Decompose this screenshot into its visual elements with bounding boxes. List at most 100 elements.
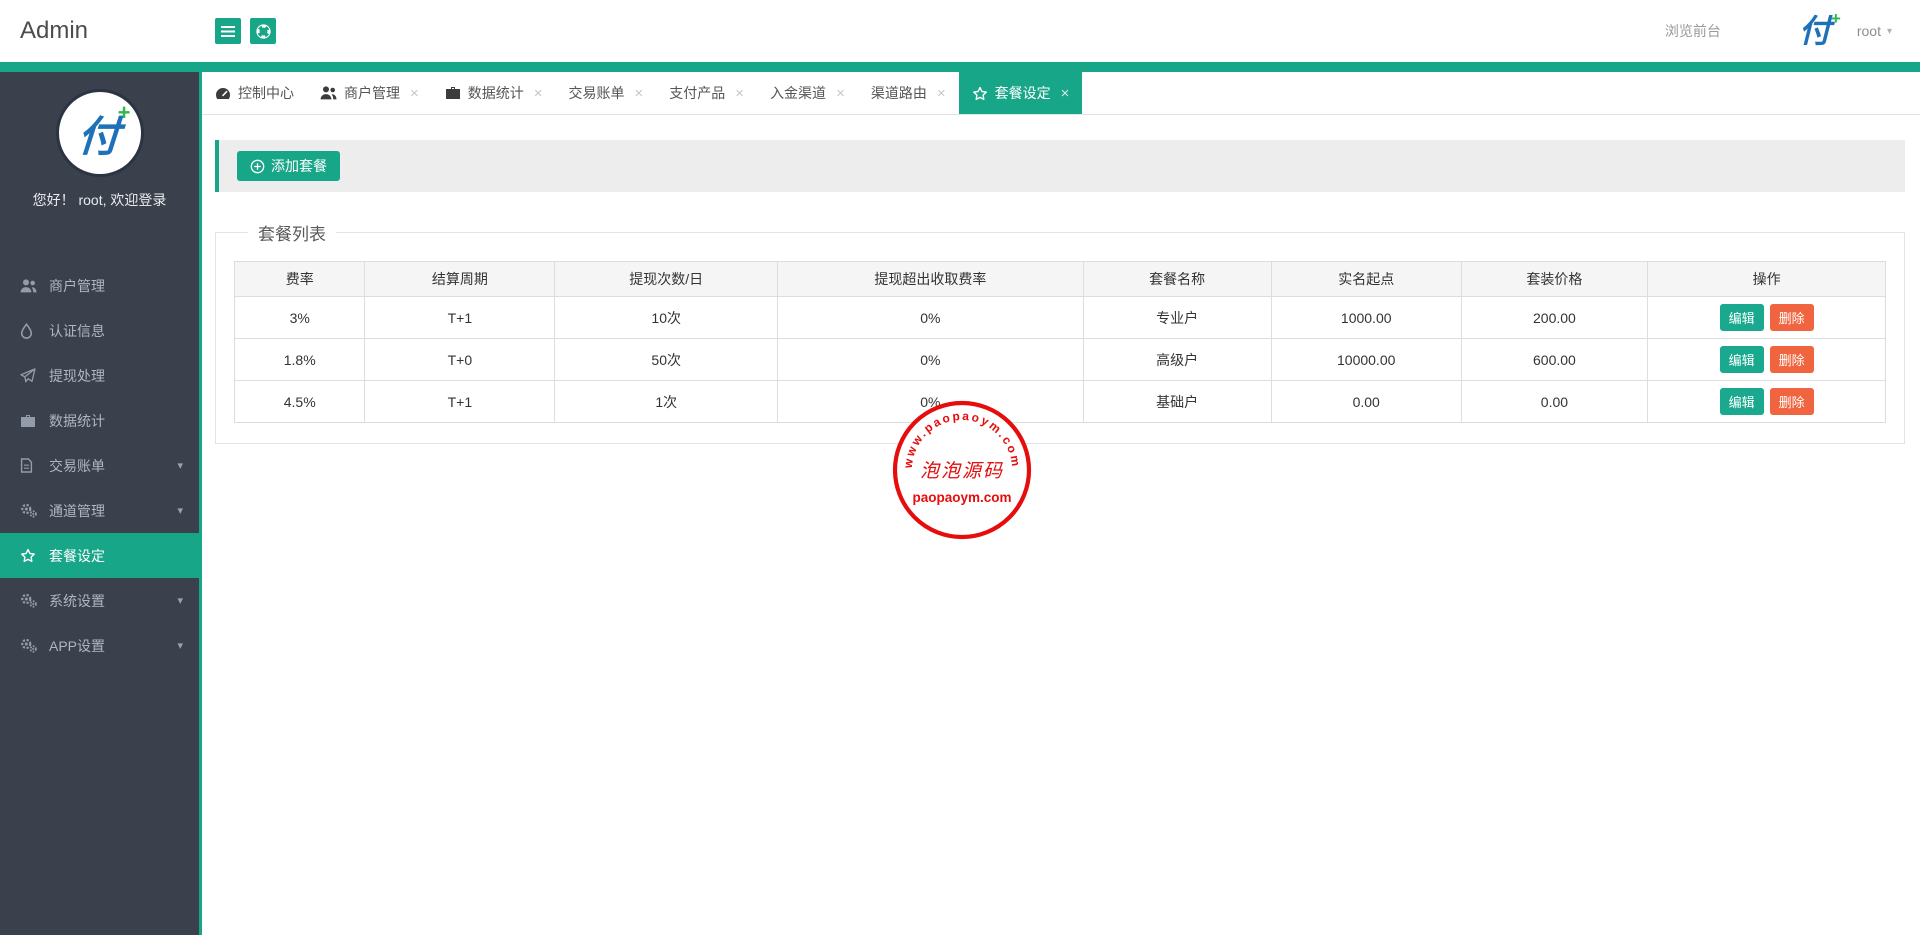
cell-excess-rate: 0% xyxy=(777,296,1084,339)
tab-bar: 控制中心 商户管理 × 数据统计 × 交易账单 × 支付产品 × 入金渠道 × … xyxy=(202,72,1920,115)
panel-title: 套餐列表 xyxy=(258,225,326,244)
tab-package-settings[interactable]: 套餐设定 × xyxy=(958,72,1083,114)
add-package-label: 添加套餐 xyxy=(271,158,327,174)
tab-label: 渠道路由 xyxy=(870,85,927,101)
tab-label: 交易账单 xyxy=(568,85,625,101)
sidebar-item-transaction-bills[interactable]: 交易账单 ▾ xyxy=(0,443,199,488)
life-ring-icon xyxy=(255,23,271,39)
sidebar-logo: 付 + xyxy=(58,92,141,174)
accent-strip xyxy=(0,62,1920,72)
sidebar-item-withdraw-processing[interactable]: 提现处理 xyxy=(0,353,199,398)
table-header-row: 费率 结算周期 提现次数/日 提现超出收取费率 套餐名称 实名起点 套装价格 操… xyxy=(233,261,1886,297)
tab-deposit-channels[interactable]: 入金渠道 × xyxy=(757,72,858,114)
col-header-settle-cycle: 结算周期 xyxy=(364,261,556,297)
edit-button[interactable]: 编辑 xyxy=(1719,346,1764,373)
refresh-button[interactable] xyxy=(250,18,276,44)
tint-icon xyxy=(20,322,40,339)
table-row: 1.8% T+0 50次 0% 高级户 10000.00 600.00 编辑 删除 xyxy=(233,338,1886,381)
chevron-down-icon: ▾ xyxy=(1886,25,1892,37)
close-icon[interactable]: × xyxy=(1061,86,1070,101)
workspace: 添加套餐 套餐列表 费率 结算周期 提现次数/日 提现超出收取费率 套餐名称 实… xyxy=(202,115,1920,935)
sidebar-item-label: 认证信息 xyxy=(49,322,105,339)
sidebar-item-auth-info[interactable]: 认证信息 xyxy=(0,308,199,353)
close-icon[interactable]: × xyxy=(836,86,845,101)
cell-package-name: 专业户 xyxy=(1082,296,1272,339)
app-brand: Admin xyxy=(20,17,89,44)
package-table: 费率 结算周期 提现次数/日 提现超出收取费率 套餐名称 实名起点 套装价格 操… xyxy=(233,261,1886,423)
browse-front-link[interactable]: 浏览前台 xyxy=(1665,21,1721,41)
cogs-icon xyxy=(20,593,40,608)
col-header-package-name: 套餐名称 xyxy=(1082,261,1272,297)
col-header-package-price: 套装价格 xyxy=(1460,261,1649,297)
cell-realname-start: 10000.00 xyxy=(1270,338,1462,381)
username: root xyxy=(1856,23,1881,39)
dashboard-icon xyxy=(215,87,231,100)
tab-transaction-bills[interactable]: 交易账单 × xyxy=(556,72,657,114)
col-header-rate: 费率 xyxy=(233,261,366,297)
tab-label: 数据统计 xyxy=(467,85,524,101)
cogs-icon xyxy=(20,503,40,518)
sidebar-item-data-statistics[interactable]: 数据统计 xyxy=(0,398,199,443)
cell-rate: 3% xyxy=(233,296,366,339)
cell-withdraw-times: 1次 xyxy=(554,380,779,423)
cell-withdraw-times: 50次 xyxy=(554,338,779,381)
sidebar-toggle-button[interactable] xyxy=(215,18,241,44)
edit-button[interactable]: 编辑 xyxy=(1719,388,1764,415)
briefcase-icon xyxy=(20,414,40,428)
close-icon[interactable]: × xyxy=(937,86,946,101)
cell-settle-cycle: T+1 xyxy=(364,296,556,339)
cell-package-name: 高级户 xyxy=(1082,338,1272,381)
col-header-withdraw-times: 提现次数/日 xyxy=(554,261,779,297)
cell-realname-start: 1000.00 xyxy=(1270,296,1462,339)
top-header: Admin 浏览前台 付 + root ▾ xyxy=(0,0,1920,62)
cell-excess-rate: 0% xyxy=(777,338,1084,381)
sidebar-menu: 商户管理 认证信息 提现处理 数据统计 交易账单 ▾ 通道管理 ▾ 套餐设定 系… xyxy=(0,263,199,668)
logo-plus-glyph: + xyxy=(117,100,131,125)
tab-data-statistics[interactable]: 数据统计 × xyxy=(432,72,556,114)
col-header-realname-start: 实名起点 xyxy=(1270,261,1462,297)
cell-package-price: 200.00 xyxy=(1460,296,1649,339)
sidebar-item-label: 套餐设定 xyxy=(49,547,105,564)
sidebar: 付 + 您好！ root, 欢迎登录 商户管理 认证信息 提现处理 数据统计 交… xyxy=(0,72,202,935)
plus-circle-icon xyxy=(250,159,265,174)
close-icon[interactable]: × xyxy=(735,86,744,101)
tab-label: 支付产品 xyxy=(669,85,726,101)
tab-control-center[interactable]: 控制中心 xyxy=(202,72,307,114)
sidebar-item-package-settings[interactable]: 套餐设定 xyxy=(0,533,199,578)
toolbar-panel: 添加套餐 xyxy=(215,140,1905,192)
sidebar-item-app-settings[interactable]: APP设置 ▾ xyxy=(0,623,199,668)
tab-merchant-management[interactable]: 商户管理 × xyxy=(307,72,432,114)
close-icon[interactable]: × xyxy=(635,86,644,101)
table-row: 4.5% T+1 1次 0% 基础户 0.00 0.00 编辑 删除 xyxy=(233,380,1886,423)
logo-fu-glyph: 付 xyxy=(1798,13,1831,49)
cell-actions: 编辑 删除 xyxy=(1647,296,1886,339)
delete-button[interactable]: 删除 xyxy=(1769,304,1814,331)
chevron-down-icon: ▾ xyxy=(177,460,183,472)
sidebar-item-label: 交易账单 xyxy=(49,457,105,474)
tab-channel-routing[interactable]: 渠道路由 × xyxy=(858,72,959,114)
star-icon xyxy=(972,86,988,101)
users-icon xyxy=(20,278,40,293)
add-package-button[interactable]: 添加套餐 xyxy=(237,151,340,181)
send-icon xyxy=(20,368,40,383)
cogs-icon xyxy=(20,638,40,653)
package-list-panel: 套餐列表 费率 结算周期 提现次数/日 提现超出收取费率 套餐名称 实名起点 套… xyxy=(215,220,1905,444)
sidebar-item-system-settings[interactable]: 系统设置 ▾ xyxy=(0,578,199,623)
sidebar-item-channel-management[interactable]: 通道管理 ▾ xyxy=(0,488,199,533)
tab-payment-products[interactable]: 支付产品 × xyxy=(656,72,757,114)
cell-realname-start: 0.00 xyxy=(1270,380,1462,423)
sidebar-item-merchant-management[interactable]: 商户管理 xyxy=(0,263,199,308)
cell-package-name: 基础户 xyxy=(1082,380,1272,423)
delete-button[interactable]: 删除 xyxy=(1769,346,1814,373)
edit-button[interactable]: 编辑 xyxy=(1719,304,1764,331)
sidebar-item-label: 商户管理 xyxy=(49,277,105,294)
close-icon[interactable]: × xyxy=(410,86,419,101)
delete-button[interactable]: 删除 xyxy=(1769,388,1814,415)
tab-label: 套餐设定 xyxy=(994,85,1051,101)
tab-label: 商户管理 xyxy=(344,85,400,101)
chevron-down-icon: ▾ xyxy=(177,640,183,652)
col-header-actions: 操作 xyxy=(1647,261,1886,297)
cell-settle-cycle: T+1 xyxy=(364,380,556,423)
close-icon[interactable]: × xyxy=(534,86,543,101)
user-dropdown[interactable]: root ▾ xyxy=(1857,23,1892,39)
